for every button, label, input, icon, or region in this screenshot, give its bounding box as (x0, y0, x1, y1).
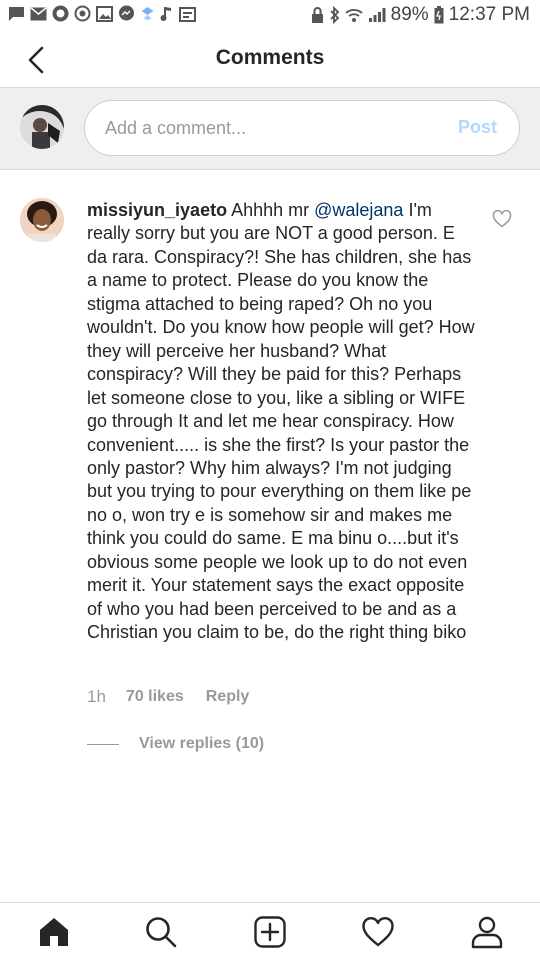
user-photo-icon (20, 105, 64, 149)
comment-text: missiyun_iyaeto Ahhhh mr @walejana I'm r… (87, 199, 479, 645)
divider (87, 743, 119, 745)
post-button[interactable]: Post (458, 117, 497, 138)
email-icon (30, 6, 47, 20)
nav-home[interactable] (37, 915, 71, 949)
comment-composer: Post (0, 88, 540, 170)
signal-icon (368, 8, 386, 22)
whatsapp-icon (74, 5, 91, 22)
comment-input[interactable] (105, 101, 435, 155)
bottom-navigation (0, 902, 540, 960)
top-bar: Comments (0, 32, 540, 88)
comment-text-rest: I'm really sorry but you are NOT a good … (87, 200, 475, 643)
view-replies-button[interactable]: View replies (10) (87, 735, 264, 753)
gallery-icon (96, 5, 113, 22)
bluetooth-icon (330, 6, 339, 24)
comment-username[interactable]: missiyun_iyaeto (87, 200, 227, 220)
user-photo-icon (20, 198, 64, 242)
nav-activity[interactable] (361, 915, 395, 949)
comment-time: 1h (87, 687, 106, 706)
activity-heart-icon (362, 916, 394, 947)
nav-search[interactable] (144, 915, 178, 949)
whatsapp-icon (52, 5, 69, 22)
home-icon (40, 918, 68, 946)
comment-input-container: Post (84, 100, 520, 156)
avatar (20, 105, 64, 149)
search-icon (146, 917, 177, 948)
nav-new-post[interactable] (253, 915, 287, 949)
nav-profile[interactable] (470, 915, 504, 949)
avatar[interactable] (20, 198, 64, 242)
page-title: Comments (215, 46, 325, 69)
heart-icon (492, 209, 512, 228)
lock-icon (311, 6, 323, 23)
mention-link[interactable]: @walejana (314, 200, 403, 220)
chat-bubble-icon (9, 6, 24, 21)
comment-meta: 1h 70 likes Reply (87, 687, 249, 707)
dropbox-icon (141, 7, 154, 21)
wifi-icon (345, 9, 363, 22)
like-button[interactable] (492, 209, 512, 228)
system-status: 89% 12:37 PM (311, 4, 530, 26)
comment-likes[interactable]: 70 likes (126, 688, 184, 706)
comment-text-start: Ahhhh mr (227, 200, 315, 220)
profile-icon (471, 916, 503, 949)
battery-icon (434, 6, 444, 24)
clock: 12:37 PM (448, 4, 530, 25)
status-bar: 89% 12:37 PM (0, 0, 540, 32)
messenger-icon (119, 5, 134, 21)
add-post-icon (254, 916, 286, 948)
battery-percent: 89% (390, 4, 429, 25)
reply-button[interactable]: Reply (206, 688, 250, 706)
music-note-icon (160, 7, 171, 21)
view-replies-label: View replies (10) (139, 735, 265, 752)
notification-icons (8, 5, 196, 22)
calendar-icon (179, 6, 196, 22)
